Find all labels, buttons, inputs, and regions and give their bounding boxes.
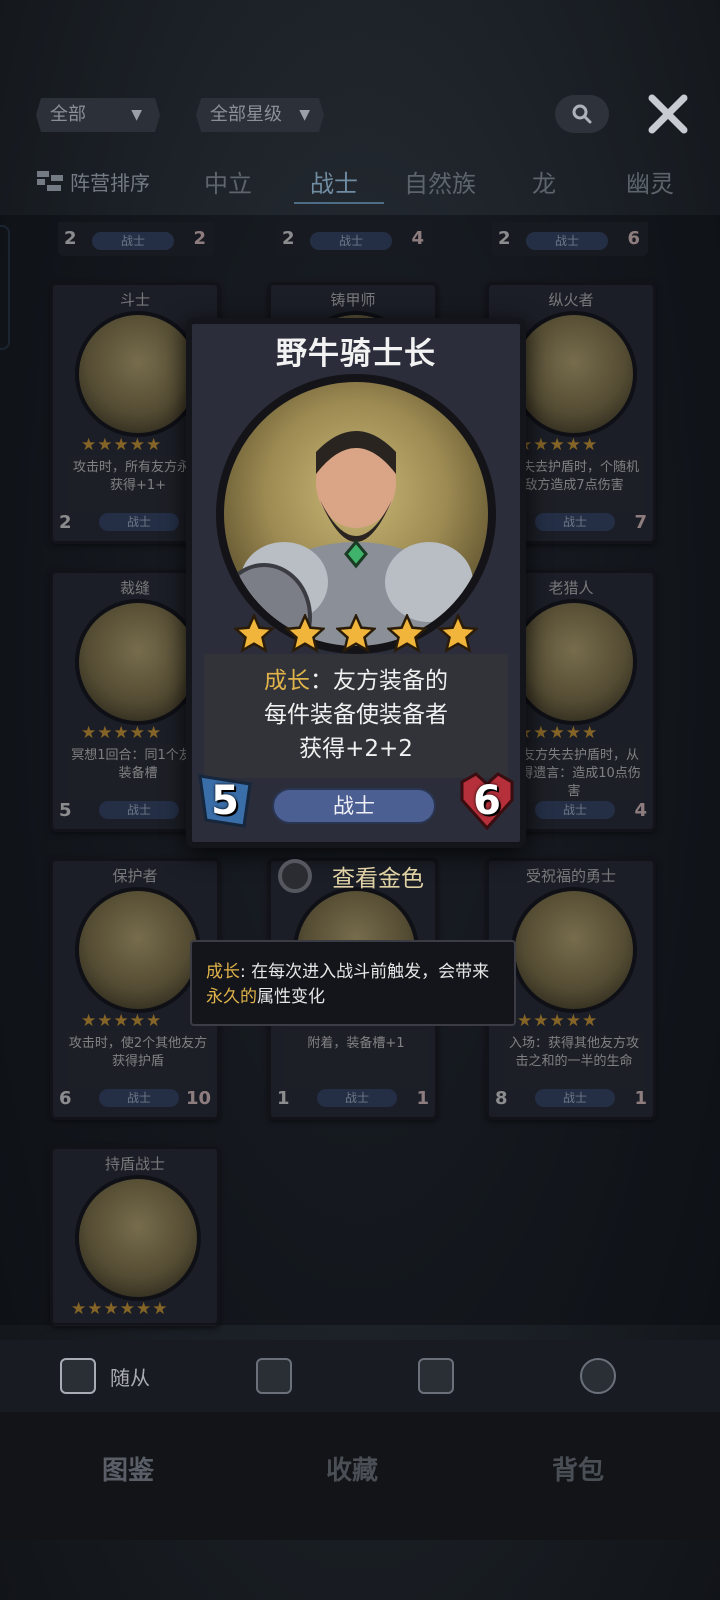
subnav-minions[interactable]: 随从	[60, 1354, 150, 1398]
featured-card-name: 野牛骑士长	[276, 336, 436, 372]
subnav-spells[interactable]	[256, 1354, 292, 1398]
tab-active-underline	[294, 202, 384, 204]
star-icon	[336, 614, 376, 653]
featured-card-portrait	[216, 374, 496, 654]
featured-star-rating	[234, 614, 478, 658]
featured-card-description: 成长：友方装备的 每件装备使装备者 获得+2+2	[204, 654, 508, 778]
search-icon	[572, 104, 592, 124]
featured-card[interactable]: 野牛骑士长 成长：友方装备的 每件装备使装备者 获得+2+2 5 战士 6	[186, 318, 526, 848]
subnav-equipment[interactable]	[418, 1354, 454, 1398]
search-button[interactable]	[555, 95, 609, 133]
star-filter-label: 全部星级	[210, 104, 282, 125]
star-icon	[234, 614, 274, 653]
health-value: 6	[473, 778, 501, 824]
nav-backpack[interactable]: 背包	[552, 1450, 604, 1487]
radio-button[interactable]	[278, 859, 312, 893]
faction-sort-button[interactable]: 阵营排序	[36, 166, 150, 196]
dropdown-icon: ▼	[299, 107, 310, 123]
sort-icon	[37, 171, 63, 191]
faction-tabs: 阵营排序 中立 战士 自然族 龙 幽灵	[0, 158, 720, 206]
tribe-label: 战士	[272, 788, 436, 824]
description-line-1: ：友方装备的	[310, 668, 448, 694]
close-button[interactable]	[644, 90, 692, 138]
top-bar: 全部 ▼ 全部星级 ▼	[0, 90, 720, 140]
gold-version-toggle[interactable]: 查看金色	[278, 856, 424, 896]
minion-card-icon	[60, 1358, 96, 1394]
nav-codex[interactable]: 图鉴	[102, 1450, 154, 1487]
tooltip-keyword: 成长	[206, 962, 240, 982]
hero-icon	[580, 1358, 616, 1394]
health-badge: 6	[456, 770, 518, 832]
keyword-growth[interactable]: 成长	[264, 668, 310, 694]
subnav-heroes[interactable]	[580, 1354, 616, 1398]
star-icon	[285, 614, 325, 653]
tab-nature[interactable]: 自然族	[404, 164, 476, 199]
equipment-card-icon	[418, 1358, 454, 1394]
description-line-2: 每件装备使装备者	[264, 702, 448, 728]
category-filter-label: 全部	[50, 104, 86, 125]
spell-card-icon	[256, 1358, 292, 1394]
dropdown-icon: ▼	[131, 107, 142, 123]
tab-neutral[interactable]: 中立	[204, 164, 252, 199]
description-line-3: 获得+2+2	[299, 736, 413, 762]
attack-badge: 5	[194, 770, 256, 832]
tooltip-text-2: 属性变化	[257, 987, 325, 1007]
star-filter[interactable]: 全部星级 ▼	[196, 98, 324, 132]
main-nav: 图鉴 收藏 背包	[0, 1412, 720, 1540]
subnav-label: 随从	[110, 1365, 150, 1390]
faction-sort-label: 阵营排序	[70, 170, 150, 195]
tooltip-keyword-2: 永久的	[206, 987, 257, 1007]
bison-knight-portrait	[224, 431, 476, 646]
gold-version-label: 查看金色	[332, 866, 424, 892]
tab-ghost[interactable]: 幽灵	[626, 164, 674, 199]
tooltip-text-1: : 在每次进入战斗前触发，会带来	[240, 962, 490, 982]
attack-value: 5	[211, 778, 239, 824]
tab-dragon[interactable]: 龙	[532, 164, 556, 199]
nav-collection[interactable]: 收藏	[326, 1450, 378, 1487]
close-icon	[648, 94, 688, 134]
tab-warrior[interactable]: 战士	[310, 164, 358, 199]
star-icon	[438, 614, 478, 653]
collection-subnav: 随从	[0, 1340, 720, 1412]
category-filter[interactable]: 全部 ▼	[36, 98, 160, 132]
star-icon	[387, 614, 427, 653]
keyword-tooltip: 成长: 在每次进入战斗前触发，会带来永久的属性变化	[190, 940, 516, 1026]
